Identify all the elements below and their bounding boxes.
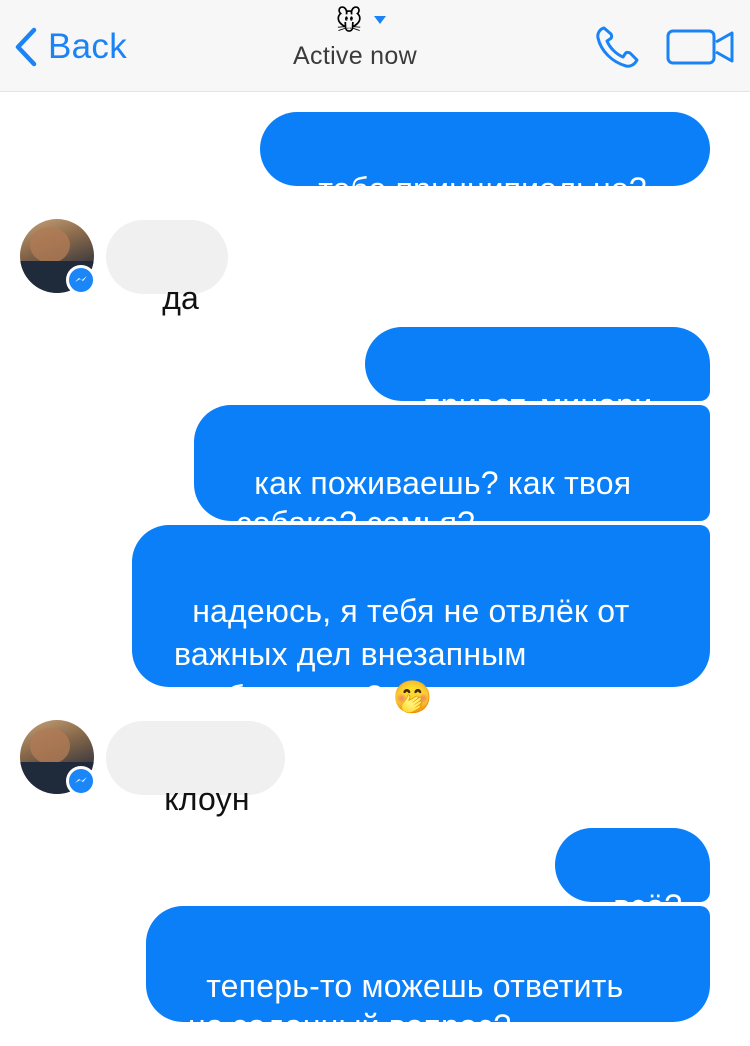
caret-down-icon <box>373 12 387 30</box>
outgoing-message[interactable]: тебе принципиально? <box>260 112 710 207</box>
contact-title[interactable]: 🐭 Active now <box>255 4 455 71</box>
outgoing-message[interactable]: привет, минари <box>365 327 710 423</box>
call-button[interactable] <box>594 24 642 75</box>
message-text: клоун <box>164 781 250 817</box>
outgoing-message[interactable]: теперь-то можешь ответить на заданный во… <box>146 906 710 1044</box>
video-call-button[interactable] <box>666 28 736 71</box>
video-camera-icon <box>666 29 736 70</box>
phone-icon <box>594 26 642 74</box>
back-label: Back <box>48 27 128 66</box>
incoming-message[interactable]: да <box>106 220 228 316</box>
outgoing-message[interactable]: надеюсь, я тебя не отвлёк от важных дел … <box>132 525 710 715</box>
conversation-header: Back 🐭 Active now <box>0 0 750 92</box>
back-button[interactable]: Back <box>14 22 127 72</box>
messenger-icon <box>66 265 96 295</box>
message-text: надеюсь, я тебя не отвлёк от важных дел … <box>174 593 630 715</box>
contact-emoji: 🐭 <box>335 6 363 36</box>
messenger-icon <box>66 766 96 796</box>
chevron-left-icon <box>14 27 38 67</box>
contact-avatar[interactable] <box>20 720 96 796</box>
outgoing-message[interactable]: всё? <box>555 828 710 924</box>
outgoing-message[interactable]: как поживаешь? как твоя собака? семья? <box>194 405 710 541</box>
message-text: теперь-то можешь ответить на заданный во… <box>188 968 624 1044</box>
active-status: Active now <box>293 42 417 70</box>
message-text: да <box>162 280 200 316</box>
contact-avatar[interactable] <box>20 219 96 295</box>
incoming-message[interactable]: клоун <box>106 721 285 817</box>
message-text: тебе принципиально? <box>318 171 647 207</box>
